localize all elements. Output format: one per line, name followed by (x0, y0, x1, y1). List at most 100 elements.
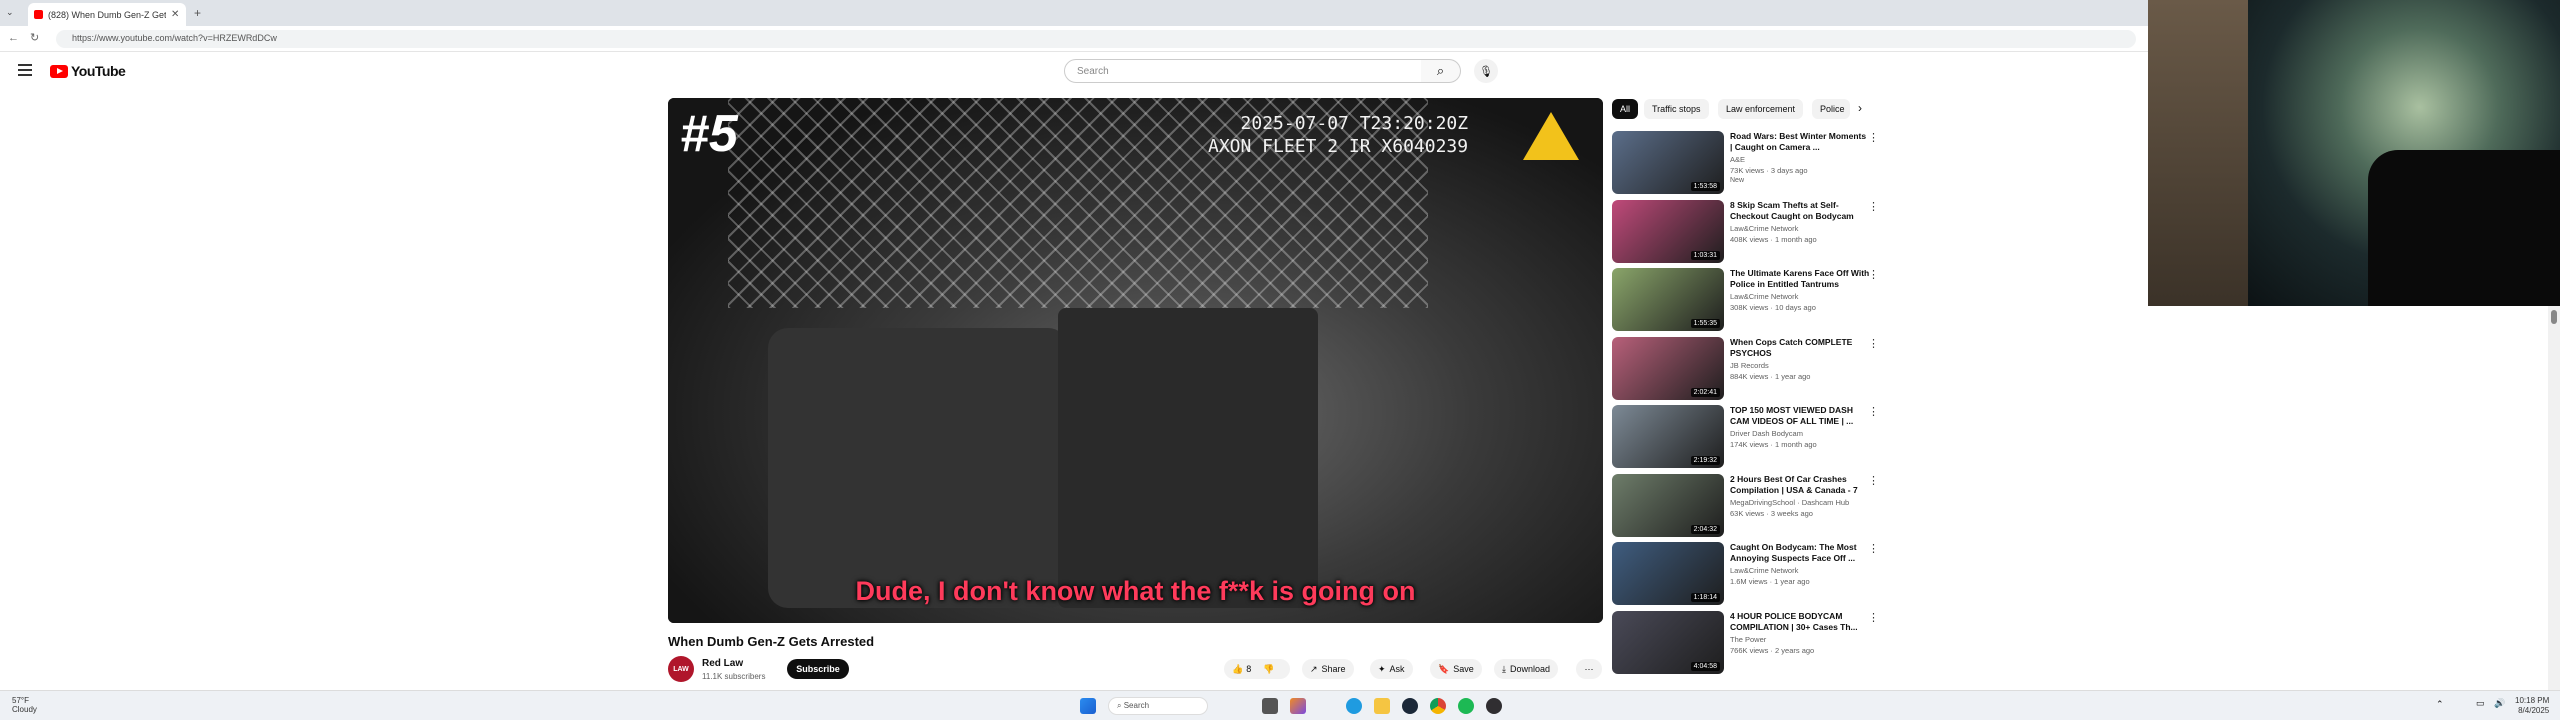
steam-icon[interactable] (1402, 698, 1418, 714)
chips-next-chevron-icon[interactable]: › (1858, 101, 1862, 115)
bookmark-icon: 🔖 (1438, 663, 1450, 674)
video-overlay-rank: #5 (680, 105, 738, 163)
channel-name[interactable]: Red Law (702, 658, 743, 669)
recommendation-channel[interactable]: Law&Crime Network (1730, 566, 1798, 575)
recommendation-channel[interactable]: Law&Crime Network (1730, 292, 1798, 301)
browser-tab-active[interactable]: (828) When Dumb Gen-Z Gets ✕ (28, 3, 186, 26)
copilot-icon[interactable] (1290, 698, 1306, 714)
search-button[interactable]: ⌕ (1421, 59, 1461, 83)
more-vertical-icon[interactable]: ⋮ (1868, 542, 1879, 555)
more-vertical-icon[interactable]: ⋮ (1868, 131, 1879, 144)
weather-widget[interactable]: 57°F Cloudy (12, 696, 37, 714)
recommendation-meta: 73K views · 3 days ago (1730, 166, 1808, 175)
chip-all[interactable]: All (1612, 99, 1639, 119)
recommendation-thumbnail[interactable]: 2:19:32 (1612, 405, 1724, 468)
recommendation-title[interactable]: Caught On Bodycam: The Most Annoying Sus… (1730, 542, 1870, 564)
recommendation-thumbnail[interactable]: 1:53:58 (1612, 131, 1724, 194)
recommendation-channel[interactable]: The Power (1730, 635, 1766, 644)
recommendation-item[interactable]: 2:02:41 When Cops Catch COMPLETE PSYCHOS J… (1612, 336, 1882, 401)
recommendation-thumbnail[interactable]: 1:18:14 (1612, 542, 1724, 605)
recommendation-item[interactable]: 1:55:35 The Ultimate Karens Face Off With… (1612, 268, 1882, 332)
reload-icon[interactable]: ↻ (30, 31, 39, 44)
recommendation-channel[interactable]: A&E (1730, 155, 1745, 164)
video-player[interactable]: #5 2025-07-07 T23:20:20Z AXON FLEET 2 IR… (668, 98, 1603, 623)
recommendation-title[interactable]: Road Wars: Best Winter Moments | Caught … (1730, 131, 1870, 153)
channel-avatar[interactable]: LAW (668, 656, 694, 682)
taskbar-search[interactable]: ⌕ Search (1108, 697, 1208, 715)
thumbs-down-icon: 👎 (1263, 663, 1275, 674)
recommendation-title[interactable]: 8 Skip Scam Thefts at Self-Checkout Caug… (1730, 200, 1870, 222)
windows-start-icon[interactable] (1080, 698, 1096, 714)
url-field[interactable]: https://www.youtube.com/watch?v=HRZEWRdD… (56, 30, 2136, 48)
recommendation-duration: 2:19:32 (1690, 456, 1720, 465)
new-tab-icon[interactable]: + (194, 6, 201, 20)
dislike-button[interactable]: 👎 (1263, 664, 1274, 675)
recommendation-duration: 1:53:58 (1690, 182, 1720, 191)
voice-search-button[interactable]: 🎙 (1474, 59, 1498, 83)
tab-list-chevron-icon[interactable]: ⌄ (6, 7, 14, 18)
download-icon: ⤓ (1502, 663, 1506, 674)
network-icon[interactable]: ▭ (2476, 698, 2485, 709)
chrome-icon[interactable] (1430, 698, 1446, 714)
more-vertical-icon[interactable]: ⋮ (1868, 474, 1879, 487)
save-button[interactable]: 🔖 Save (1430, 659, 1482, 679)
recommendation-title[interactable]: TOP 150 MOST VIEWED DASH CAM VIDEOS OF A… (1730, 405, 1870, 427)
recommendation-thumbnail[interactable]: 2:04:32 (1612, 473, 1724, 537)
recommendation-item[interactable]: 4:04:58 4 HOUR POLICE BODYCAM COMPILATION… (1612, 610, 1882, 675)
video-title: When Dumb Gen-Z Gets Arrested (668, 634, 875, 649)
tab-close-icon[interactable]: ✕ (171, 9, 179, 20)
system-tray-chevron-icon[interactable]: ⌃ (2436, 699, 2444, 710)
ask-button[interactable]: ✦ Ask (1370, 659, 1413, 679)
page-scrollbar[interactable] (2548, 306, 2560, 690)
recommendation-duration: 2:04:32 (1690, 524, 1720, 534)
hamburger-menu-icon[interactable] (18, 64, 32, 76)
like-count: 8 (1246, 664, 1252, 674)
recommendation-meta: 1.6M views · 1 year ago (1730, 577, 1810, 586)
search-input[interactable]: Search (1064, 59, 1422, 83)
recommendation-thumbnail[interactable]: 1:03:31 (1612, 199, 1724, 263)
chip-law-enforcement[interactable]: Law enforcement (1718, 99, 1804, 119)
recommendation-channel[interactable]: JB Records (1730, 361, 1769, 370)
recommendation-title[interactable]: The Ultimate Karens Face Off With Police… (1730, 268, 1870, 290)
recommendation-item[interactable]: 1:03:31 8 Skip Scam Thefts at Self-Checko… (1612, 199, 1882, 264)
more-vertical-icon[interactable]: ⋮ (1868, 611, 1879, 624)
recommendation-thumbnail[interactable]: 2:02:41 (1612, 336, 1724, 400)
spotify-icon[interactable] (1458, 698, 1474, 714)
subscribe-button[interactable]: Subscribe (787, 659, 849, 679)
recommendation-duration: 1:03:31 (1690, 250, 1720, 260)
recommendation-title[interactable]: 4 HOUR POLICE BODYCAM COMPILATION | 30+ … (1730, 611, 1870, 633)
more-vertical-icon[interactable]: ⋮ (1868, 405, 1879, 418)
volume-icon[interactable]: 🔊 (2494, 698, 2505, 709)
recommendation-item[interactable]: 1:18:14 Caught On Bodycam: The Most Annoy… (1612, 542, 1882, 606)
recommendation-thumbnail[interactable]: 1:55:35 (1612, 268, 1724, 331)
chip-police[interactable]: Police (1812, 99, 1850, 119)
recommendation-thumbnail[interactable]: 4:04:58 (1612, 610, 1724, 674)
recommendation-duration: 2:02:41 (1690, 387, 1720, 397)
more-vertical-icon[interactable]: ⋮ (1868, 268, 1879, 281)
recommendation-channel[interactable]: MegaDrivingSchool · Dashcam Hub (1730, 498, 1849, 507)
youtube-favicon-icon (34, 10, 43, 19)
recommendation-item[interactable]: 1:53:58 Road Wars: Best Winter Moments | … (1612, 131, 1882, 195)
taskbar-clock[interactable]: 10:18 PM 8/4/2025 (2515, 696, 2549, 716)
webcam-overlay (2148, 0, 2560, 306)
share-button[interactable]: ↗ Share (1302, 659, 1354, 679)
like-button[interactable]: 👍 8 (1232, 664, 1251, 675)
recommendation-item[interactable]: 2:04:32 2 Hours Best Of Car Crashes Compi… (1612, 473, 1882, 538)
obs-icon[interactable] (1486, 698, 1502, 714)
recommendation-channel[interactable]: Law&Crime Network (1730, 224, 1798, 233)
edge-icon[interactable] (1346, 698, 1362, 714)
recommendation-item[interactable]: 2:19:32 TOP 150 MOST VIEWED DASH CAM VIDE… (1612, 405, 1882, 469)
file-explorer-icon[interactable] (1374, 698, 1390, 714)
more-vertical-icon[interactable]: ⋮ (1868, 200, 1879, 213)
back-icon[interactable]: ← (8, 32, 19, 44)
recommendation-title[interactable]: When Cops Catch COMPLETE PSYCHOS (1730, 337, 1870, 359)
youtube-logo[interactable]: YouTube (50, 63, 126, 79)
more-vertical-icon[interactable]: ⋮ (1868, 337, 1879, 350)
task-view-icon[interactable] (1262, 698, 1278, 714)
scrollbar-thumb[interactable] (2551, 310, 2557, 324)
download-button[interactable]: ⤓ Download (1494, 659, 1559, 679)
more-actions-button[interactable]: ⋯ (1576, 659, 1602, 679)
recommendation-channel[interactable]: Driver Dash Bodycam (1730, 429, 1803, 438)
chip-traffic-stops[interactable]: Traffic stops (1644, 99, 1709, 119)
recommendation-title[interactable]: 2 Hours Best Of Car Crashes Compilation … (1730, 474, 1870, 496)
